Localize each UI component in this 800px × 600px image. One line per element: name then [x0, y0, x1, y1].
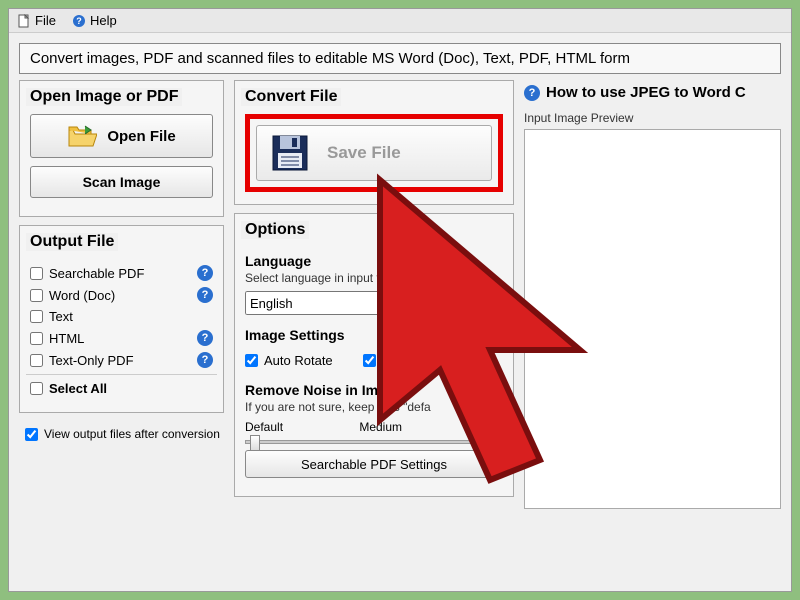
- view-output-checkbox[interactable]: [25, 428, 38, 441]
- auto-rotate-label: Auto Rotate: [264, 353, 333, 368]
- remove-noise-heading: Remove Noise in Image: [245, 382, 503, 398]
- convert-file-title: Convert File: [241, 88, 341, 106]
- options-group: Options Language Select language in inpu…: [234, 213, 514, 497]
- deskew-label: Desk: [382, 353, 412, 368]
- floppy-disk-icon: [271, 134, 309, 172]
- howto-link[interactable]: ? How to use JPEG to Word C: [524, 84, 781, 101]
- output-option-label: Word (Doc): [49, 288, 115, 303]
- open-file-button[interactable]: Open File: [30, 114, 213, 158]
- select-all-row[interactable]: Select All: [30, 381, 213, 396]
- slider-low-label: Default: [245, 420, 283, 434]
- help-menu-icon: ?: [72, 14, 86, 28]
- output-option-label: Text: [49, 309, 73, 324]
- menubar: File ? Help: [9, 9, 791, 33]
- howto-label: How to use JPEG to Word C: [546, 84, 746, 101]
- output-option-row[interactable]: Searchable PDF?: [30, 265, 213, 281]
- language-heading: Language: [245, 253, 503, 269]
- output-option-checkbox[interactable]: [30, 332, 43, 345]
- convert-file-group: Convert File: [234, 80, 514, 205]
- save-file-highlight: Save File: [245, 114, 503, 192]
- output-option-label: Searchable PDF: [49, 266, 144, 281]
- slider-high-label: High: [478, 420, 503, 434]
- output-option-row[interactable]: HTML?: [30, 330, 213, 346]
- output-option-row[interactable]: Text: [30, 309, 213, 324]
- menu-help[interactable]: ? Help: [72, 13, 117, 28]
- remove-noise-subtext: If you are not sure, keep it as "defa: [245, 400, 503, 414]
- help-icon[interactable]: ?: [197, 330, 213, 346]
- output-option-label: Text-Only PDF: [49, 353, 134, 368]
- noise-slider[interactable]: [245, 440, 503, 444]
- output-file-group: Output File Searchable PDF?Word (Doc)?Te…: [19, 225, 224, 413]
- save-file-label: Save File: [327, 143, 401, 163]
- save-file-button[interactable]: Save File: [256, 125, 492, 181]
- menu-help-label: Help: [90, 13, 117, 28]
- folder-open-icon: [67, 124, 97, 148]
- deskew-checkbox[interactable]: [363, 354, 376, 367]
- pdf-settings-label: Searchable PDF Settings: [301, 457, 447, 472]
- output-option-checkbox[interactable]: [30, 289, 43, 302]
- slider-thumb[interactable]: [250, 435, 260, 451]
- banner-text: Convert images, PDF and scanned files to…: [19, 43, 781, 74]
- select-all-label: Select All: [49, 381, 107, 396]
- auto-rotate-row[interactable]: Auto Rotate: [245, 353, 333, 368]
- output-option-checkbox[interactable]: [30, 267, 43, 280]
- select-all-checkbox[interactable]: [30, 382, 43, 395]
- auto-rotate-checkbox[interactable]: [245, 354, 258, 367]
- menu-file-label: File: [35, 13, 56, 28]
- view-output-label: View output files after conversion: [44, 427, 220, 441]
- svg-text:?: ?: [76, 16, 82, 26]
- output-file-title: Output File: [26, 233, 118, 251]
- output-option-row[interactable]: Word (Doc)?: [30, 287, 213, 303]
- deskew-row[interactable]: Desk: [363, 353, 412, 368]
- output-option-checkbox[interactable]: [30, 354, 43, 367]
- view-output-row[interactable]: View output files after conversion: [25, 427, 224, 441]
- help-icon: ?: [524, 85, 540, 101]
- slider-mid-label: Medium: [359, 420, 402, 434]
- file-icon: [17, 14, 31, 28]
- slider-labels: Default Medium High: [245, 420, 503, 434]
- output-option-checkbox[interactable]: [30, 310, 43, 323]
- menu-file[interactable]: File: [17, 13, 56, 28]
- open-image-group: Open Image or PDF Open File Scan Image: [19, 80, 224, 217]
- open-image-title: Open Image or PDF: [26, 88, 182, 106]
- open-file-label: Open File: [107, 128, 175, 145]
- help-icon[interactable]: ?: [197, 287, 213, 303]
- output-option-row[interactable]: Text-Only PDF?: [30, 352, 213, 368]
- pdf-settings-button[interactable]: Searchable PDF Settings: [245, 450, 503, 478]
- language-select[interactable]: English: [245, 291, 503, 315]
- options-title: Options: [241, 221, 309, 239]
- help-icon[interactable]: ?: [197, 352, 213, 368]
- scan-image-label: Scan Image: [83, 174, 161, 190]
- input-image-preview: [524, 129, 781, 509]
- scan-image-button[interactable]: Scan Image: [30, 166, 213, 198]
- help-icon[interactable]: ?: [197, 265, 213, 281]
- language-subtext: Select language in input file: [245, 271, 503, 285]
- output-option-label: HTML: [49, 331, 84, 346]
- image-settings-heading: Image Settings: [245, 327, 503, 343]
- preview-label: Input Image Preview: [524, 111, 781, 125]
